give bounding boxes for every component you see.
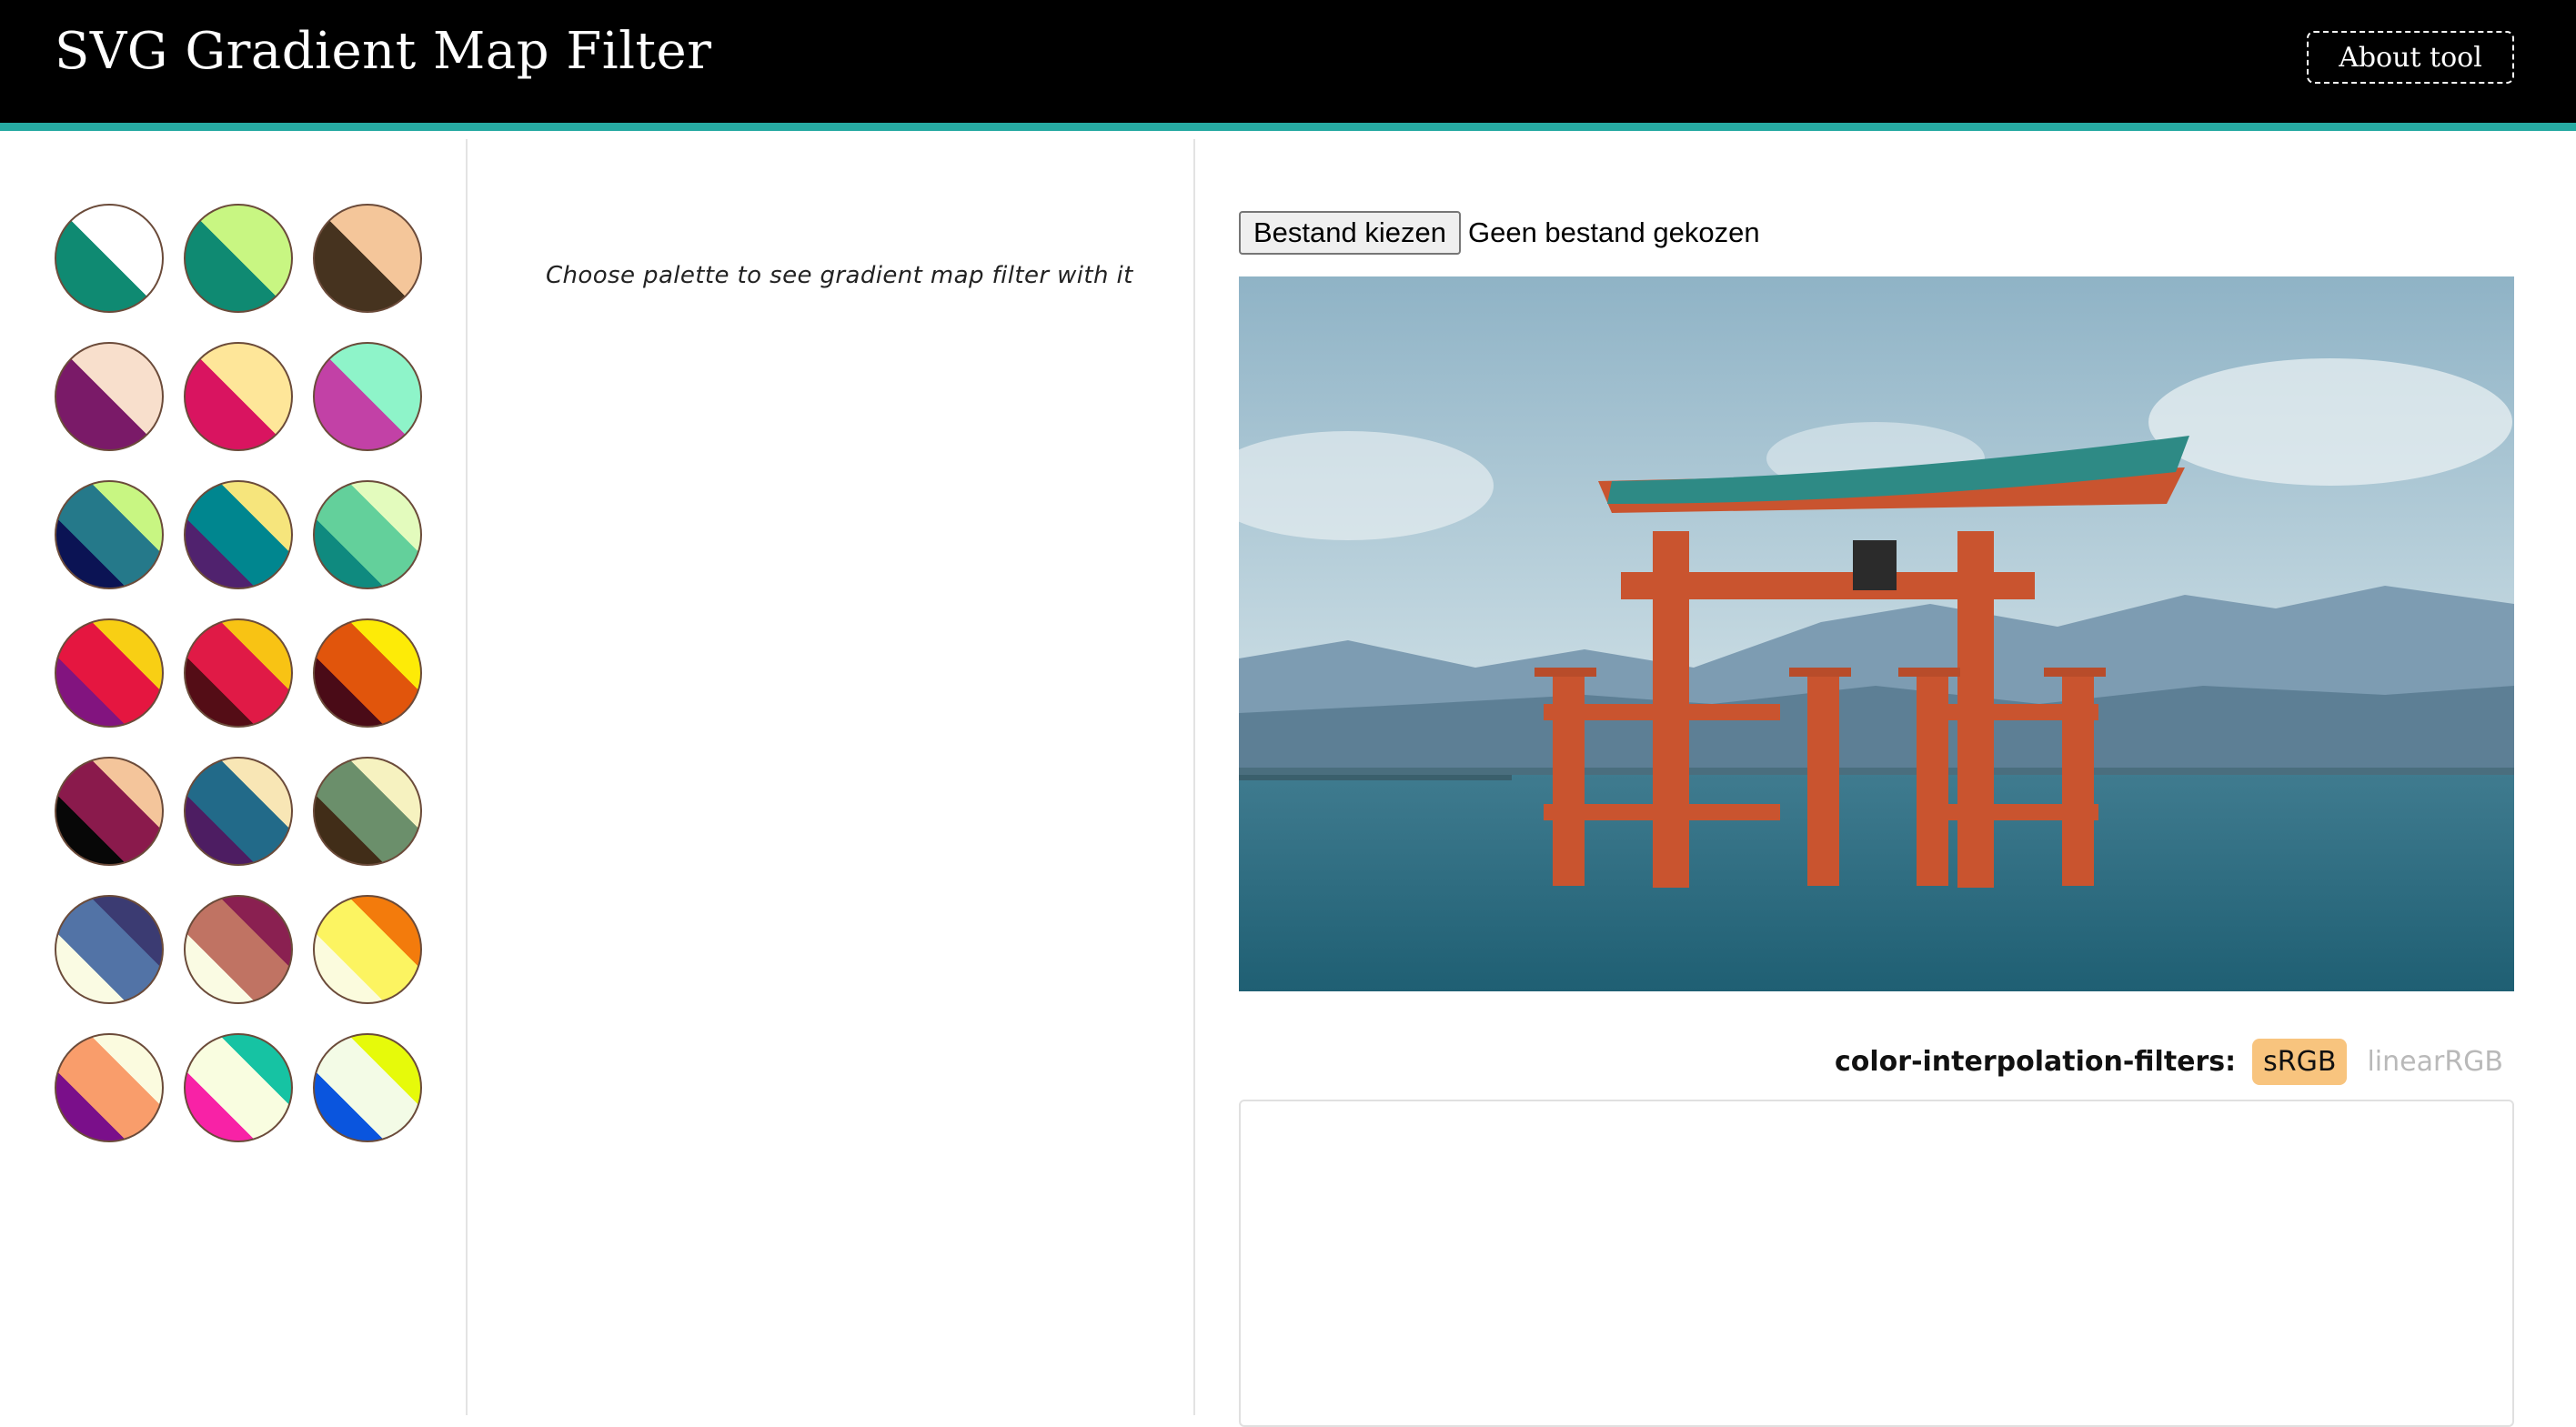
palette-swatch[interactable] [313,342,422,451]
about-tool-button[interactable]: About tool [2307,31,2514,84]
palette-swatch[interactable] [55,618,164,728]
palette-swatch[interactable] [184,480,293,589]
filter-code-output [1239,1100,2514,1427]
palette-swatch[interactable] [184,1033,293,1142]
color-interpolation-control: color-interpolation-filters: sRGB linear… [1835,1039,2514,1085]
app-title: SVG Gradient Map Filter [55,22,712,81]
cif-option-linearrgb[interactable]: linearRGB [2356,1039,2514,1085]
palette-swatch[interactable] [55,1033,164,1142]
file-status-text: Geen bestand gekozen [1467,216,1760,248]
palette-swatch[interactable] [184,204,293,313]
palette-swatch[interactable] [55,480,164,589]
palette-swatch[interactable] [313,895,422,1004]
column-divider [1193,139,1195,1415]
palette-swatch[interactable] [184,618,293,728]
palette-swatch[interactable] [55,757,164,866]
palette-grid [55,204,428,1142]
palette-swatch[interactable] [313,757,422,866]
cif-option-srgb[interactable]: sRGB [2252,1039,2348,1085]
palette-swatch[interactable] [55,204,164,313]
cif-label: color-interpolation-filters: [1834,1046,2237,1078]
choose-file-button[interactable]: Bestand kiezen [1239,211,1461,255]
palette-swatch[interactable] [313,1033,422,1142]
palette-swatch[interactable] [313,480,422,589]
palette-swatch[interactable] [313,618,422,728]
palette-swatch[interactable] [184,342,293,451]
palette-swatch[interactable] [184,757,293,866]
palette-hint: Choose palette to see gradient map filte… [546,262,1133,289]
palette-swatch[interactable] [313,204,422,313]
file-picker: Bestand kiezen Geen bestand gekozen [1239,211,1760,255]
palette-swatch[interactable] [55,895,164,1004]
column-divider [466,139,468,1415]
palette-swatch[interactable] [184,895,293,1004]
app-header: SVG Gradient Map Filter About tool [0,0,2576,131]
palette-swatch[interactable] [55,342,164,451]
preview-image [1239,276,2514,991]
